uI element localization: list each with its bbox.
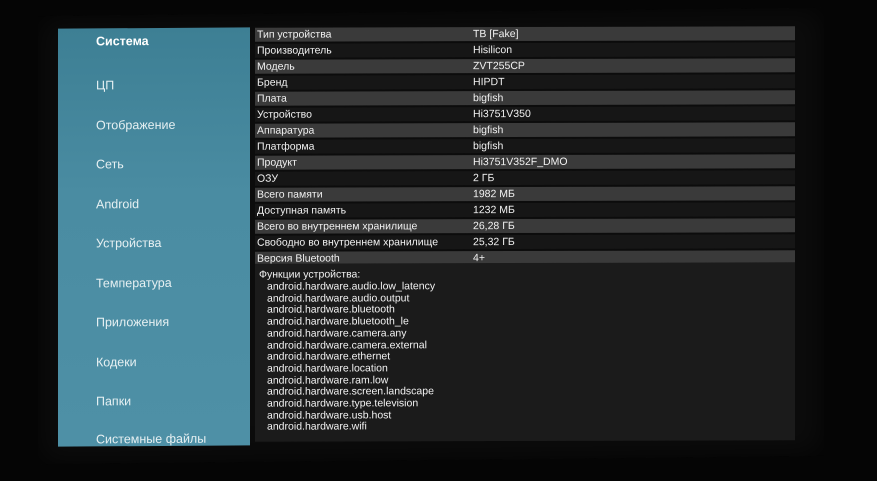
- sidebar: Система ЦП Отображение Сеть Android Устр…: [58, 27, 250, 447]
- sidebar-item-devices[interactable]: Устройства: [96, 236, 161, 250]
- info-row: ОЗУ 2 ГБ: [255, 170, 795, 186]
- info-key: Плата: [257, 92, 287, 105]
- info-value: bigfish: [473, 124, 504, 137]
- info-key: Бренд: [257, 76, 288, 89]
- sidebar-item-folders[interactable]: Папки: [96, 394, 131, 408]
- info-row: Плата bigfish: [255, 90, 795, 106]
- info-value: Hi3751V352F_DMO: [473, 155, 568, 169]
- info-row: Всего во внутреннем хранилище 26,28 ГБ: [255, 218, 795, 234]
- sidebar-item-temperature[interactable]: Температура: [96, 276, 172, 291]
- info-row: Продукт Hi3751V352F_DMO: [255, 154, 795, 170]
- info-value: 25,32 ГБ: [473, 236, 515, 249]
- info-value: ТВ [Fake]: [473, 28, 519, 41]
- info-value: 1982 МБ: [473, 188, 515, 201]
- info-key: Аппаратура: [257, 124, 315, 137]
- info-row: Свободно во внутреннем хранилище 25,32 ГБ: [255, 234, 795, 250]
- info-panel: Тип устройства ТВ [Fake] Производитель His…: [255, 26, 797, 442]
- info-row: Всего памяти 1982 МБ: [255, 186, 795, 202]
- info-key: Продукт: [257, 156, 297, 169]
- sidebar-item-apps[interactable]: Приложения: [96, 315, 169, 330]
- info-value: ZVT255CP: [473, 60, 525, 73]
- info-key: ОЗУ: [257, 172, 279, 185]
- sidebar-item-android[interactable]: Android: [96, 197, 139, 211]
- info-key: Устройство: [257, 108, 312, 121]
- sidebar-item-display[interactable]: Отображение: [96, 118, 175, 133]
- features-list: android.hardware.audio.low_latency andro…: [267, 280, 435, 434]
- sidebar-item-system[interactable]: Система: [96, 34, 149, 48]
- info-value: bigfish: [473, 92, 504, 105]
- info-key: Платформа: [257, 140, 315, 153]
- info-value: Hi3751V350: [473, 107, 531, 121]
- info-row: Доступная память 1232 МБ: [255, 202, 795, 218]
- info-key: Тип устройства: [257, 28, 332, 41]
- info-row: Модель ZVT255CP: [255, 58, 795, 74]
- device-features-box: Функции устройства: android.hardware.aud…: [255, 262, 795, 442]
- info-key: Модель: [257, 60, 295, 73]
- info-value: 26,28 ГБ: [473, 220, 515, 233]
- info-value: 1232 МБ: [473, 204, 515, 217]
- info-row: Аппаратура bigfish: [255, 122, 795, 138]
- info-key: Всего во внутреннем хранилище: [257, 220, 418, 233]
- info-row: Бренд HIPDT: [255, 74, 795, 90]
- sidebar-item-codecs[interactable]: Кодеки: [96, 355, 137, 369]
- info-value: Hisilicon: [473, 44, 513, 57]
- sidebar-item-system-files[interactable]: Системные файлы: [96, 432, 206, 447]
- info-key: Всего памяти: [257, 188, 323, 201]
- info-key: Доступная память: [257, 204, 347, 217]
- info-value: HIPDT: [473, 76, 505, 89]
- info-key: Свободно во внутреннем хранилище: [257, 236, 439, 249]
- info-key: Производитель: [257, 44, 332, 57]
- info-row: Устройство Hi3751V350: [255, 106, 795, 122]
- info-value: bigfish: [473, 140, 504, 153]
- info-row: Платформа bigfish: [255, 138, 795, 154]
- sidebar-item-cpu[interactable]: ЦП: [96, 78, 114, 92]
- info-value: 2 ГБ: [473, 172, 495, 185]
- sidebar-item-network[interactable]: Сеть: [96, 157, 124, 171]
- info-row: Производитель Hisilicon: [255, 42, 795, 58]
- info-row: Тип устройства ТВ [Fake]: [255, 26, 795, 42]
- feature-item: android.hardware.wifi: [267, 420, 367, 434]
